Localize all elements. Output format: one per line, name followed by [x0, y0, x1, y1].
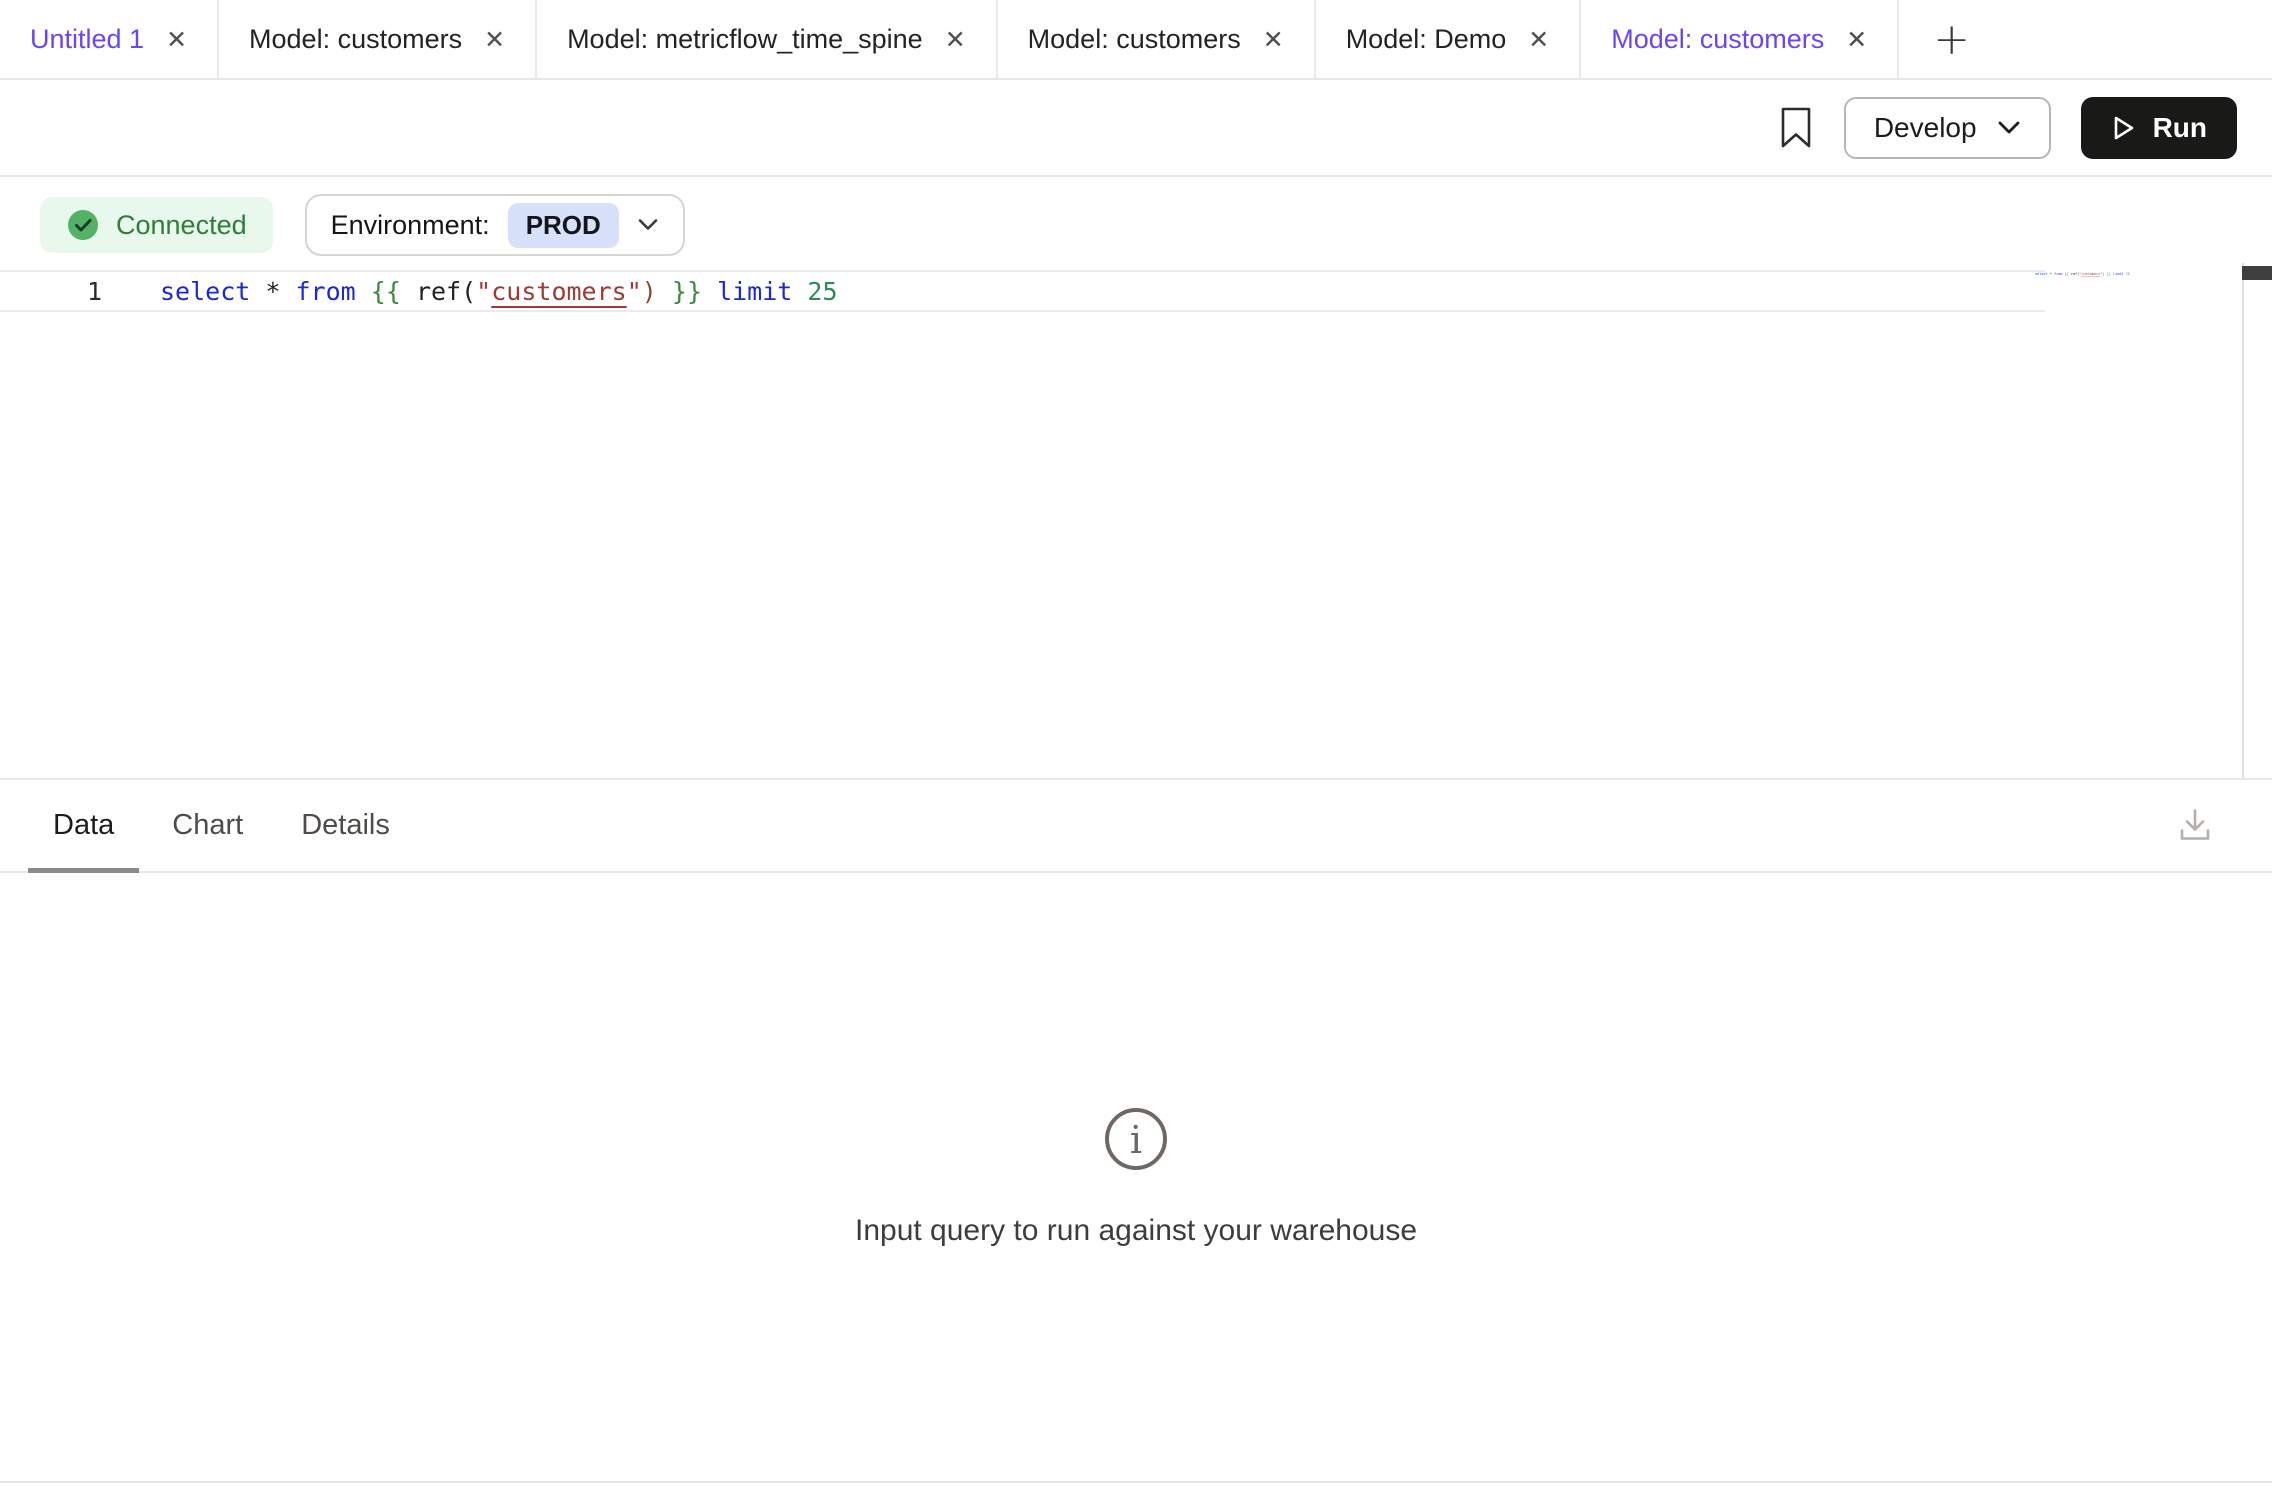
run-button[interactable]: Run: [2081, 97, 2237, 159]
model-reference-link[interactable]: customers: [491, 277, 626, 306]
close-icon[interactable]: ✕: [945, 27, 966, 52]
tab-label: Model: customers: [1611, 24, 1824, 55]
tab-model-metricflow-time-spine[interactable]: Model: metricflow_time_spine ✕: [537, 0, 998, 78]
tab-label: Model: customers: [249, 24, 462, 55]
app-window: Untitled 1 ✕ Model: customers ✕ Model: m…: [0, 0, 2272, 1486]
tab-label: Model: metricflow_time_spine: [567, 24, 923, 55]
empty-results-state: i Input query to run against your wareho…: [0, 873, 2272, 1481]
line-number: 1: [0, 277, 145, 306]
code-line[interactable]: select * from {{ ref("customers") }} lim…: [2035, 272, 2130, 276]
results-panel: Data Chart Details i Input query to run …: [0, 778, 2272, 1481]
connection-status-label: Connected: [116, 210, 247, 241]
info-icon: i: [1103, 1106, 1169, 1172]
ref-function-token: ref: [416, 277, 461, 306]
environment-selector[interactable]: Environment: PROD: [305, 194, 685, 256]
run-label: Run: [2153, 112, 2207, 144]
close-icon[interactable]: ✕: [1846, 27, 1867, 52]
chevron-down-icon: [637, 218, 659, 232]
editor-minimap[interactable]: select * from {{ ref("customers") }} lim…: [2035, 272, 2130, 276]
tab-label: Untitled 1: [30, 24, 144, 55]
tab-chart[interactable]: Chart: [147, 780, 268, 871]
toolbar: Develop Run: [0, 80, 2272, 177]
tab-data[interactable]: Data: [28, 780, 139, 871]
page-bottom-border: [0, 1481, 2272, 1486]
tab-bar: Untitled 1 ✕ Model: customers ✕ Model: m…: [0, 0, 2272, 80]
sql-token: select: [160, 277, 250, 306]
develop-label: Develop: [1874, 112, 1977, 144]
results-tab-bar: Data Chart Details: [0, 780, 2272, 873]
editor-pane: Connected Environment: PROD 1 select * f…: [0, 177, 2272, 778]
close-icon[interactable]: ✕: [484, 27, 505, 52]
code-editor[interactable]: 1 select * from {{ ref("customers") }} l…: [0, 257, 2272, 778]
jinja-token: {{: [371, 277, 401, 306]
close-icon[interactable]: ✕: [1263, 27, 1284, 52]
sql-token: from: [296, 277, 356, 306]
play-icon: [2111, 114, 2137, 142]
jinja-token: }}: [672, 277, 702, 306]
sql-token: limit: [717, 277, 792, 306]
editor-scrollbar[interactable]: [2242, 263, 2272, 778]
tab-label: Model: Demo: [1346, 24, 1507, 55]
tab-model-demo[interactable]: Model: Demo ✕: [1316, 0, 1582, 78]
empty-state-message: Input query to run against your warehous…: [855, 1214, 1417, 1248]
scrollbar-thumb[interactable]: [2242, 266, 2272, 280]
download-results-button[interactable]: [2175, 804, 2215, 847]
status-bar: Connected Environment: PROD: [0, 177, 2272, 257]
sql-token: *: [265, 277, 280, 306]
close-icon[interactable]: ✕: [166, 27, 187, 52]
code-line[interactable]: select * from {{ ref("customers") }} lim…: [145, 277, 838, 306]
tab-model-customers-active[interactable]: Model: customers ✕: [1581, 0, 1899, 78]
close-icon[interactable]: ✕: [1528, 27, 1549, 52]
tab-details[interactable]: Details: [276, 780, 415, 871]
tab-untitled-1[interactable]: Untitled 1 ✕: [0, 0, 219, 78]
tab-label: Model: customers: [1028, 24, 1241, 55]
develop-dropdown-button[interactable]: Develop: [1844, 97, 2051, 159]
check-circle-icon: [66, 208, 100, 242]
download-icon: [2175, 804, 2215, 844]
editor-active-line[interactable]: 1 select * from {{ ref("customers") }} l…: [0, 270, 2045, 312]
connection-status-badge: Connected: [40, 197, 273, 253]
bookmark-icon: [1778, 105, 1814, 151]
svg-text:i: i: [1130, 1118, 1142, 1162]
sql-token: 25: [807, 277, 837, 306]
tab-model-customers-2[interactable]: Model: customers ✕: [998, 0, 1316, 78]
add-tab-button[interactable]: +: [1899, 0, 2004, 78]
bookmark-button[interactable]: [1778, 105, 1814, 151]
environment-value-chip: PROD: [508, 203, 619, 248]
chevron-down-icon: [1997, 120, 2021, 136]
environment-label: Environment:: [331, 210, 490, 241]
tab-model-customers-1[interactable]: Model: customers ✕: [219, 0, 537, 78]
